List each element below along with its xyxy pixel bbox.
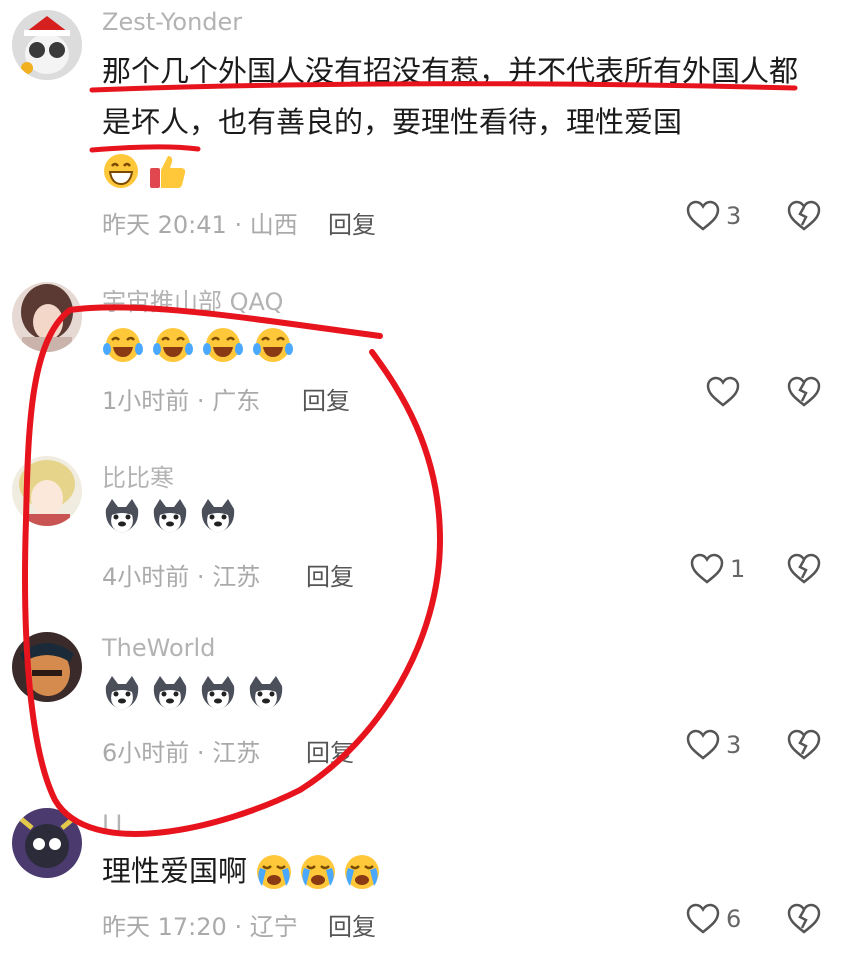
timestamp: 6小时前 xyxy=(102,739,190,767)
reply-button[interactable]: 回复 xyxy=(328,205,376,240)
laugh-cry-emoji-icon xyxy=(252,325,294,365)
grin-emoji-icon xyxy=(102,152,140,190)
comment-meta: 昨天 20:41 · 山西 xyxy=(102,211,298,239)
thumbs-up-icon xyxy=(148,152,188,190)
dislike-button[interactable] xyxy=(787,553,821,585)
reply-button[interactable]: 回复 xyxy=(306,733,354,768)
emoji-row xyxy=(102,152,188,190)
laugh-cry-emoji-icon xyxy=(102,325,144,365)
avatar[interactable] xyxy=(12,808,82,878)
username[interactable]: Zest-Yonder xyxy=(102,8,242,36)
like-button[interactable]: 6 xyxy=(686,903,741,935)
laugh-cry-emoji-icon xyxy=(152,325,194,365)
comment-text: 那个几个外国人没有招没有惹，并不代表所有外国人都是坏人，也有善良的，要理性看待，… xyxy=(102,54,799,139)
laugh-cry-emoji-icon xyxy=(202,325,244,365)
avatar[interactable] xyxy=(12,632,82,702)
heart-icon xyxy=(686,729,720,760)
cat-avatar-icon xyxy=(12,10,82,80)
comment-text: 理性爱国啊 xyxy=(102,854,248,888)
dislike-button[interactable] xyxy=(787,376,821,408)
location: 辽宁 xyxy=(249,913,298,941)
cry-emoji-icon xyxy=(298,852,338,892)
husky-emoji-icon xyxy=(150,497,190,537)
like-count: 3 xyxy=(726,731,742,759)
husky-emoji-icon xyxy=(150,674,190,714)
username[interactable]: 宇宙推山部 QAQ xyxy=(102,282,283,317)
broken-heart-icon xyxy=(787,729,821,760)
dislike-button[interactable] xyxy=(787,729,821,761)
broken-heart-icon xyxy=(787,903,821,934)
location: 江苏 xyxy=(212,563,261,591)
location: 山西 xyxy=(249,211,298,239)
emoji-row xyxy=(102,497,238,537)
anime-avatar-icon xyxy=(12,456,82,526)
comment-meta: 6小时前 · 江苏 xyxy=(102,739,261,767)
girl-avatar-icon xyxy=(12,282,82,352)
reply-button[interactable]: 回复 xyxy=(328,907,376,942)
husky-emoji-icon xyxy=(246,674,286,714)
like-button[interactable]: 1 xyxy=(690,553,745,585)
location: 广东 xyxy=(212,387,261,415)
broken-heart-icon xyxy=(787,553,821,584)
husky-emoji-icon xyxy=(198,497,238,537)
husky-emoji-icon xyxy=(102,674,142,714)
broken-heart-icon xyxy=(787,376,821,407)
avatar[interactable] xyxy=(12,282,82,352)
jojo-avatar-icon xyxy=(12,632,82,702)
like-count: 3 xyxy=(726,202,742,230)
emoji-row xyxy=(254,852,382,892)
emoji-row xyxy=(102,674,286,714)
dislike-button[interactable] xyxy=(787,200,821,232)
broken-heart-icon xyxy=(787,200,821,231)
username[interactable]: 比比寒 xyxy=(102,458,174,493)
emoji-row xyxy=(102,325,294,365)
like-button[interactable] xyxy=(706,376,746,408)
like-count: 6 xyxy=(726,905,742,933)
avatar[interactable] xyxy=(12,10,82,80)
husky-emoji-icon xyxy=(198,674,238,714)
timestamp: 昨天 17:20 xyxy=(102,913,227,941)
husky-emoji-icon xyxy=(102,497,142,537)
location: 江苏 xyxy=(212,739,261,767)
heart-icon xyxy=(686,200,720,231)
dislike-button[interactable] xyxy=(787,903,821,935)
like-count: 1 xyxy=(730,555,746,583)
username[interactable]: TheWorld xyxy=(102,634,215,662)
comment-meta: 昨天 17:20 · 辽宁 xyxy=(102,913,298,941)
like-button[interactable]: 3 xyxy=(686,200,741,232)
like-button[interactable]: 3 xyxy=(686,729,741,761)
comment-meta: 4小时前 · 江苏 xyxy=(102,563,261,591)
timestamp: 昨天 20:41 xyxy=(102,211,227,239)
timestamp: 4小时前 xyxy=(102,563,190,591)
cry-emoji-icon xyxy=(342,852,382,892)
reply-button[interactable]: 回复 xyxy=(306,557,354,592)
reply-button[interactable]: 回复 xyxy=(302,381,350,416)
heart-icon xyxy=(690,553,724,584)
timestamp: 1小时前 xyxy=(102,387,190,415)
username[interactable]: LI xyxy=(102,810,122,838)
cry-emoji-icon xyxy=(254,852,294,892)
comment-meta: 1小时前 · 广东 xyxy=(102,387,261,415)
heart-icon xyxy=(706,376,740,407)
heart-icon xyxy=(686,903,720,934)
character-avatar-icon xyxy=(12,808,82,878)
avatar[interactable] xyxy=(12,456,82,526)
